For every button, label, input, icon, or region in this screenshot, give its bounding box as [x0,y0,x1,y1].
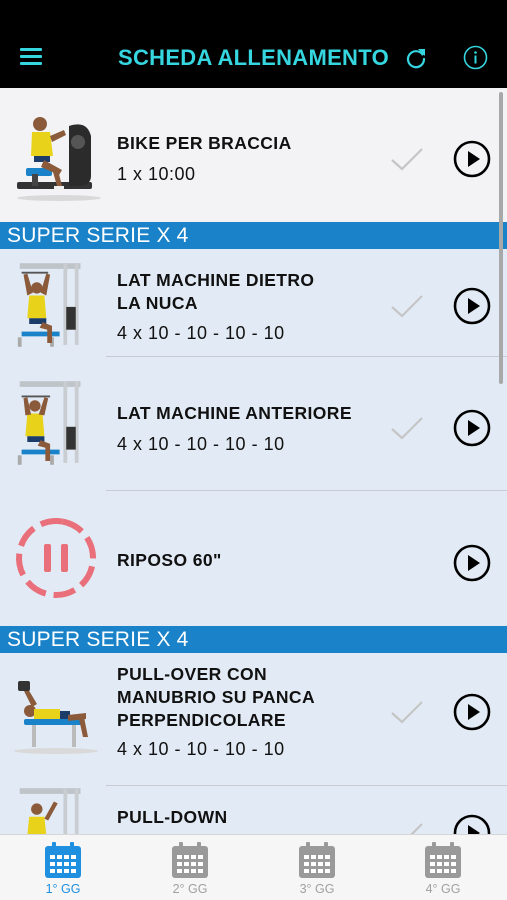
tab-label: 4° GG [425,882,461,896]
tab-day-4[interactable]: 4° GG [380,835,506,900]
exercise-name: PULL-OVER CON MANUBRIO SU PANCA PERPENDI… [117,663,315,732]
play-icon[interactable] [453,814,491,834]
tab-label: 1° GG [45,882,81,896]
calendar-icon [299,842,335,878]
exercise-name-line: MANUBRIO SU PANCA [117,687,316,707]
workout-list[interactable]: BIKE PER BRACCIA 1 x 10:00 SUPER SERIE X… [0,88,507,834]
pulldown-exercise-icon [19,788,81,834]
tab-day-2[interactable]: 2° GG [127,835,253,900]
pullover-bench-exercise-icon [14,681,98,754]
tab-label: 2° GG [172,882,208,896]
page-title: SCHEDA ALLENAMENTO [117,45,390,70]
tab-bar: 1° GG 2° GG 3° GG 4° GG [0,834,507,900]
exercise-sets: 4 x 10 - 10 - 10 - 10 [117,739,285,759]
section-header: SUPER SERIE X 4 [0,626,507,653]
checkmark-icon[interactable] [390,415,424,441]
scrollbar[interactable] [499,92,503,384]
exercise-name: LAT MACHINE DIETRO LA NUCA [117,269,314,315]
rest-timer-icon [16,518,96,598]
exercise-row[interactable]: PULL-DOWN [0,786,507,834]
exercise-row[interactable]: LAT MACHINE ANTERIORE 4 x 10 - 10 - 10 -… [0,357,507,491]
checkmark-icon[interactable] [390,821,424,834]
lat-machine-exercise-icon [17,263,81,347]
arm-bike-exercise-icon [17,117,101,201]
refresh-icon[interactable] [404,46,428,70]
exercise-row[interactable]: PULL-OVER CON MANUBRIO SU PANCA PERPENDI… [0,653,507,786]
play-icon[interactable] [453,140,491,178]
exercise-name: LAT MACHINE ANTERIORE [117,403,352,423]
checkmark-icon[interactable] [390,293,424,319]
exercise-row[interactable]: BIKE PER BRACCIA 1 x 10:00 [0,88,507,222]
exercise-name-line: LA NUCA [117,293,198,313]
tab-day-1[interactable]: 1° GG [0,835,126,900]
rest-row[interactable]: RIPOSO 60" [0,491,507,625]
info-icon[interactable] [463,45,488,70]
app-header: SCHEDA ALLENAMENTO [0,0,507,88]
exercise-name: PULL-DOWN [117,807,228,827]
play-icon[interactable] [453,693,491,731]
tab-day-3[interactable]: 3° GG [254,835,380,900]
exercise-row[interactable]: LAT MACHINE DIETRO LA NUCA 4 x 10 - 10 -… [0,249,507,357]
calendar-icon [45,842,81,878]
lat-machine-front-exercise-icon [17,381,81,465]
calendar-icon [172,842,208,878]
tab-label: 3° GG [299,882,335,896]
checkmark-icon[interactable] [390,699,424,725]
exercise-name: BIKE PER BRACCIA [117,133,292,153]
exercise-name-line: PULL-OVER CON [117,664,268,684]
exercise-name-line: LAT MACHINE DIETRO [117,270,315,290]
calendar-icon [425,842,461,878]
play-icon[interactable] [453,287,491,325]
section-header: SUPER SERIE X 4 [0,222,507,249]
play-icon[interactable] [453,544,491,582]
exercise-sets: 4 x 10 - 10 - 10 - 10 [117,434,285,454]
exercise-name-line: PERPENDICOLARE [117,710,286,730]
checkmark-icon[interactable] [390,146,424,172]
exercise-sets: 1 x 10:00 [117,164,196,184]
play-icon[interactable] [453,409,491,447]
rest-label: RIPOSO 60" [117,550,222,570]
exercise-sets: 4 x 10 - 10 - 10 - 10 [117,323,285,343]
